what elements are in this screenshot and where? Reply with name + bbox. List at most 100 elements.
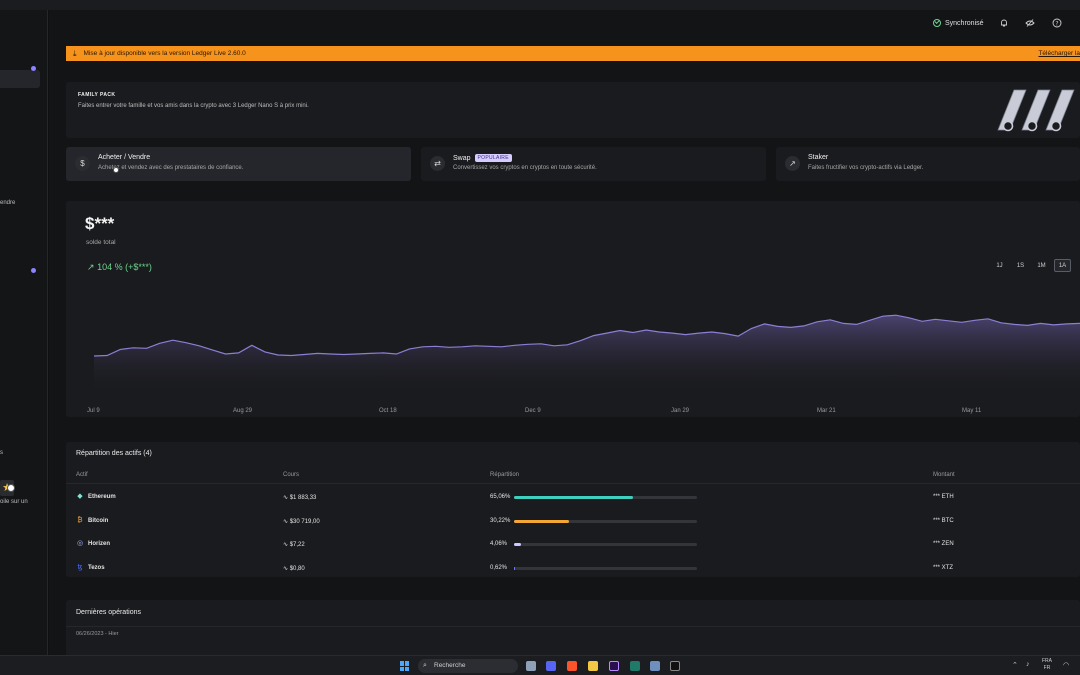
balance-chart[interactable]: Jul 9 Aug 29 Oct 18 Dec 9 Jan 29 Mar 21 May 11 [66,201,1080,417]
sidebar: endre s ★ oile sur un [0,10,48,655]
x-tick-label: Mar 21 [817,408,836,414]
eye-slash-icon[interactable] [1025,18,1035,28]
operations-title: Dernières opérations [76,609,141,616]
mouse-cursor [113,167,119,173]
header-amount[interactable]: Montant [933,472,955,478]
bitcoin-icon: ₿ [77,516,83,524]
table-row[interactable]: ꜩ Tezos ∿ $0,80 0,62% *** XTZ [66,557,1080,578]
asset-amount: *** ETH [933,494,954,500]
asset-name: Horizen [88,541,111,547]
swap-card[interactable]: ⇄ Swap POPULAIRE Convertissez vos cryptos… [421,147,766,181]
asset-name: Ethereum [88,494,116,500]
distribution-bar-fill [514,496,634,499]
asset-name: Tezos [88,564,105,571]
taskbar-search[interactable]: ⌕ Recherche [418,659,518,673]
header-asset[interactable]: Actif [76,472,88,478]
file-explorer-icon[interactable] [588,661,598,671]
trend-icon: ∿ [283,542,290,548]
mouse-cursor [7,484,15,492]
distribution-bar-fill [514,566,516,570]
distribution-bar-fill [514,519,570,523]
x-tick-label: Oct 18 [379,408,397,414]
sidebar-notification-dot [31,66,36,71]
balance-change: ↗ 104 % (+$***) [87,262,152,273]
asset-percent: 65,06% [490,494,511,500]
family-pack-promo[interactable]: FAMILY PACK Faites entrer votre famille … [66,82,1080,138]
trend-icon: ∿ [283,495,290,501]
balance-change-value: 104 % (+$***) [97,262,152,272]
swap-desc: Convertissez vos cryptos en cryptos en t… [453,165,597,171]
promo-text: Faites entrer votre famille et vos amis … [78,103,309,109]
sync-label: Synchronisé [945,19,984,27]
table-divider [66,483,1080,484]
dollar-icon: $ [75,156,90,171]
x-tick-label: Dec 9 [525,408,541,414]
main-content: Synchronisé ? ⤓ Mise à jour disponible v… [49,10,1080,655]
premiere-pro-icon[interactable] [609,661,619,671]
wifi-icon[interactable]: ◠ [1063,661,1069,669]
keyboard-layout: FR [1043,665,1051,671]
table-row[interactable]: ◎ Horizen ∿ $7,22 4,06% *** ZEN [66,533,1080,556]
discord-icon[interactable] [546,661,556,671]
sidebar-notification-dot [31,268,36,273]
period-1m[interactable]: 1M [1033,259,1050,272]
stake-desc: Faites fructifier vos crypto-actifs via … [808,165,924,171]
swap-title: Swap [453,155,471,162]
asset-price-value: $1 883,33 [289,495,317,501]
windows-start-icon[interactable] [400,661,410,671]
sidebar-label-fragment[interactable]: endre [0,200,15,206]
table-row[interactable]: ◆ Ethereum ∿ $1 883,33 65,06% *** ETH [66,486,1080,509]
app-icon[interactable] [630,661,640,671]
distribution-bar [514,566,697,570]
table-row[interactable]: ₿ Bitcoin ∿ $30 719,00 30,22% *** BTC [66,510,1080,533]
svg-text:?: ? [1055,20,1058,27]
swap-title-wrap: Swap POPULAIRE [453,154,512,162]
brave-browser-icon[interactable] [567,661,577,671]
asset-price-value: $0,80 [289,565,305,572]
app-icon[interactable] [650,661,660,671]
popular-badge: POPULAIRE [474,154,512,162]
stake-card[interactable]: ↗ Staker Faites fructifier vos crypto-ac… [776,147,1080,181]
arrow-up-right-icon: ↗ [87,262,95,272]
asset-percent: 4,06% [490,541,508,547]
chart-up-icon: ↗ [785,156,800,171]
stake-title: Staker [808,154,829,161]
help-icon[interactable]: ? [1052,18,1062,28]
tray-chevron-icon[interactable]: ⌃ [1012,661,1018,669]
period-1j[interactable]: 1J [991,259,1008,272]
header-distribution[interactable]: Répartition [490,472,519,478]
buy-sell-desc: Achetez et vendez avec des prestataires … [98,165,244,171]
operations-date: 06/26/2023 - Hier [76,631,119,637]
ledger-devices-illustration [997,89,1075,132]
update-banner-text: Mise à jour disponible vers la version L… [83,50,246,57]
asset-price-value: $30 719,00 [289,518,320,525]
task-view-icon[interactable] [526,661,536,671]
period-selector: 1J 1S 1M 1A [991,259,1071,272]
taskbar: ⌕ Recherche ⌃ ♪ FRA FR ◠ [0,655,1080,675]
asset-price: ∿ $1 883,33 [283,494,316,501]
asset-percent: 30,22% [490,517,511,524]
distribution-bar [514,543,697,546]
language-indicator[interactable]: FRA FR [1042,658,1052,672]
asset-price: ∿ $0,80 [283,565,305,572]
sidebar-active-item[interactable] [0,70,40,88]
x-tick-label: Jul 9 [87,408,100,414]
period-1s[interactable]: 1S [1012,259,1029,272]
ledger-live-icon[interactable] [670,661,680,671]
buy-sell-title: Acheter / Vendre [98,154,151,161]
sidebar-label-fragment: s [0,450,3,456]
asset-percent: 0,62% [490,564,508,571]
download-link[interactable]: Télécharger la [1038,50,1080,57]
sync-status[interactable]: Synchronisé [933,19,984,27]
update-banner: ⤓ Mise à jour disponible vers la version… [66,46,1080,61]
balance-value: $*** [85,214,115,233]
header-price[interactable]: Cours [283,472,299,478]
buy-sell-card[interactable]: $ Acheter / Vendre Achetez et vendez ave… [66,147,411,181]
asset-price-value: $7,22 [289,542,305,548]
period-1a[interactable]: 1A [1054,259,1071,272]
volume-icon[interactable]: ♪ [1026,661,1030,668]
x-tick-label: Jan 29 [671,408,690,414]
trend-icon: ∿ [283,518,290,525]
bell-icon[interactable] [999,18,1009,28]
distribution-bar [514,519,697,523]
